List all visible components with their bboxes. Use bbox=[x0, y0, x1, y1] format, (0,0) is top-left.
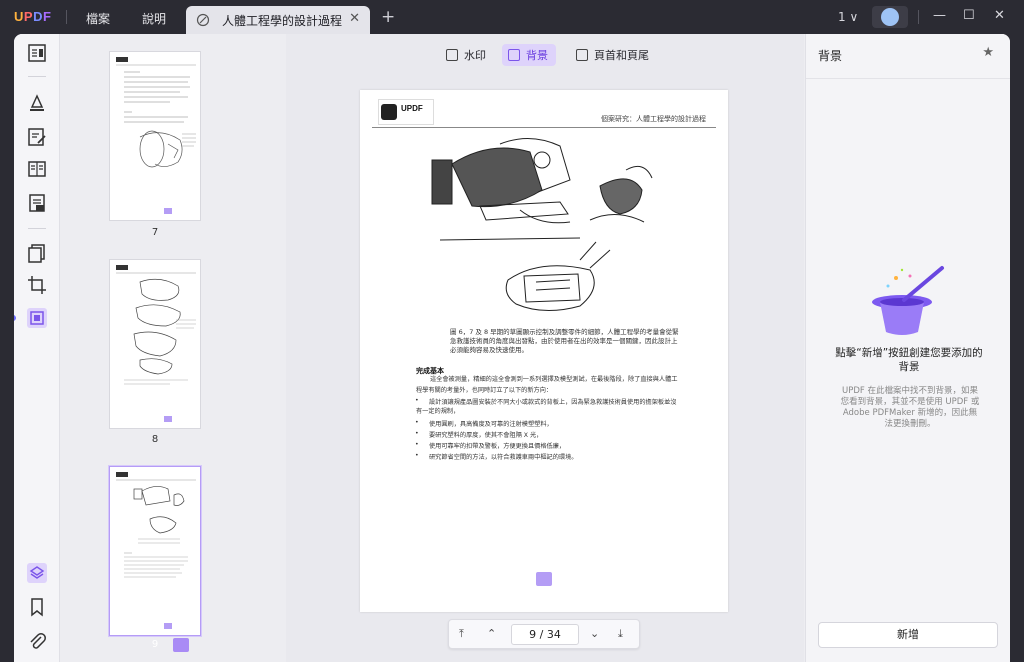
close-window-button[interactable]: ✕ bbox=[994, 8, 1005, 23]
minimize-button[interactable]: — bbox=[933, 8, 946, 23]
updf-window: UPDF 檔案 說明 人體工程學的設計過程 ✕ + 1 ∨ — ☐ ✕ 7 8 … bbox=[0, 0, 1024, 662]
header-footer-label: 頁首和頁尾 bbox=[594, 49, 649, 62]
user-avatar[interactable] bbox=[872, 6, 908, 28]
updf-logo: UPDF bbox=[14, 9, 52, 24]
next-page-icon[interactable]: ⌄ bbox=[590, 627, 599, 640]
body-paragraph: 這全會被測量，精細的這全會測到一系列選擇及模型測試，在最後階段，除了直接與人體工… bbox=[416, 376, 678, 394]
page-logo-text: UPDF bbox=[401, 104, 423, 113]
maximize-button[interactable]: ☐ bbox=[963, 8, 975, 23]
bullet-item: 要研究塑料的厚度，使其不會阻隔 X 光， bbox=[415, 430, 678, 439]
tool-rail bbox=[14, 34, 60, 662]
background-label: 背景 bbox=[526, 49, 548, 62]
close-tab-icon[interactable]: ✕ bbox=[349, 11, 360, 26]
thumbnail-label-7: 7 bbox=[151, 227, 159, 238]
page-updf-logo: UPDF bbox=[378, 99, 434, 125]
favorite-star-icon[interactable]: ★ bbox=[982, 45, 994, 60]
previous-page-icon[interactable]: ⌃ bbox=[487, 627, 496, 640]
updf-mark-icon bbox=[381, 104, 397, 120]
watermark-icon bbox=[446, 49, 458, 61]
bullet-item: 研究節省空間的方法，以符合救護車兩中樞記的環境。 bbox=[415, 452, 678, 461]
main-frame: 7 8 9 水印 背景 頁首和頁尾 UPDF 個案研究：人體工程學的設計過程 圖… bbox=[14, 34, 1010, 662]
bullet-item: 使用圓刷，具高備度及可靠的注射模塑塑料， bbox=[415, 419, 678, 428]
watermark-label: 水印 bbox=[464, 49, 486, 62]
document-tab[interactable]: 人體工程學的設計過程 ✕ bbox=[186, 6, 370, 34]
bullet-text: 研究節省空間的方法，以符合救護車兩中樞記的環境。 bbox=[429, 454, 578, 461]
thumbnail-preview bbox=[116, 57, 196, 214]
thumbnail-label-8: 8 bbox=[151, 434, 159, 445]
menu-file[interactable]: 檔案 bbox=[86, 10, 110, 27]
thumbnail-preview bbox=[116, 265, 196, 422]
bookmark-icon[interactable] bbox=[26, 596, 48, 618]
organize-pages-icon[interactable] bbox=[26, 242, 48, 264]
rail-divider bbox=[28, 228, 46, 229]
rail-divider bbox=[28, 76, 46, 77]
last-page-icon[interactable]: ⤓ bbox=[618, 627, 623, 641]
page-navigator: ⤒ ⌃ 9 / 34 ⌄ ⤓ bbox=[448, 619, 640, 649]
thumbnail-selected-badge bbox=[173, 638, 189, 652]
new-tab-button[interactable]: + bbox=[381, 7, 395, 27]
thumbnail-page-7[interactable] bbox=[109, 51, 201, 221]
title-bar: UPDF 檔案 說明 人體工程學的設計過程 ✕ + 1 ∨ — ☐ ✕ bbox=[0, 0, 1024, 34]
page-header-text: 個案研究：人體工程學的設計過程 bbox=[601, 115, 706, 123]
figure-caption: 圖 6，7 及 8 早期的草圖顯示控制及調整零件的細節，人體工程學的考量會從緊急… bbox=[450, 328, 679, 354]
total-pages: 34 bbox=[546, 628, 561, 641]
page-number-input[interactable]: 9 / 34 bbox=[511, 624, 579, 645]
thumbnail-label-9: 9 bbox=[151, 639, 159, 650]
watermark-tool[interactable]: 水印 bbox=[440, 44, 486, 66]
title-separator bbox=[66, 10, 67, 24]
document-tab-title: 人體工程學的設計過程 bbox=[222, 14, 343, 28]
background-panel: 背景 ★ 點擊“新增”按鈕創建您要添加的背景 UPDF 在此檔案中找不到背景，如… bbox=[805, 34, 1010, 662]
header-footer-tool[interactable]: 頁首和頁尾 bbox=[570, 44, 654, 66]
document-edit-icon bbox=[196, 13, 210, 27]
bullet-text: 使用可靠牢的扣帶及警板，方便更換且價格低廉， bbox=[429, 443, 566, 450]
page-layout-icon[interactable] bbox=[26, 158, 48, 180]
background-tool[interactable]: 背景 bbox=[502, 44, 556, 66]
page-header-rule bbox=[372, 127, 716, 128]
menu-help[interactable]: 說明 bbox=[142, 10, 166, 27]
reader-icon[interactable] bbox=[26, 42, 48, 64]
layers-icon[interactable] bbox=[26, 562, 48, 584]
ergonomic-sketch-illustration bbox=[431, 138, 653, 312]
add-background-button[interactable]: 新增 bbox=[818, 622, 998, 648]
panel-title: 背景 bbox=[818, 49, 843, 63]
empty-state-message: 點擊“新增”按鈕創建您要添加的背景 bbox=[835, 347, 983, 373]
attachment-icon[interactable] bbox=[26, 630, 48, 652]
pdf-page[interactable]: UPDF 個案研究：人體工程學的設計過程 圖 6，7 及 8 早期的草圖顯示控制… bbox=[360, 90, 728, 612]
tools-icon[interactable] bbox=[26, 307, 48, 329]
page-number-mark bbox=[536, 572, 552, 586]
thumbnail-preview bbox=[116, 472, 196, 629]
thumbnail-page-9[interactable] bbox=[109, 466, 201, 636]
current-page: 9 bbox=[529, 628, 537, 641]
panel-divider bbox=[806, 78, 1010, 79]
form-icon[interactable] bbox=[26, 192, 48, 214]
title-separator-2 bbox=[918, 10, 919, 24]
avatar-icon bbox=[881, 8, 899, 26]
comment-highlight-icon[interactable] bbox=[26, 92, 48, 114]
magic-hat-icon bbox=[872, 266, 944, 335]
background-icon bbox=[508, 49, 520, 61]
active-tool-indicator bbox=[14, 315, 16, 321]
bullet-text: 設計須讓規產品圖安裝於不同大小或款式的背板上，因為緊急救護技術員使用的擔架板並沒… bbox=[416, 399, 677, 415]
thumbnail-page-8[interactable] bbox=[109, 259, 201, 429]
header-footer-icon bbox=[576, 49, 588, 61]
first-page-icon[interactable]: ⤒ bbox=[459, 627, 464, 641]
empty-state-description: UPDF 在此檔案中找不到背景，如果您看到背景，其並不是使用 UPDF 或 Ad… bbox=[840, 386, 980, 429]
crop-icon[interactable] bbox=[26, 274, 48, 296]
bullet-text: 要研究塑料的厚度，使其不會阻隔 X 光， bbox=[429, 432, 543, 439]
thumbnail-panel: 7 8 9 bbox=[61, 34, 285, 662]
edit-pdf-icon[interactable] bbox=[26, 126, 48, 148]
bullet-item: 使用可靠牢的扣帶及警板，方便更換且價格低廉， bbox=[415, 441, 678, 450]
version-dropdown[interactable]: 1 ∨ bbox=[838, 10, 858, 24]
document-viewer: 水印 背景 頁首和頁尾 UPDF 個案研究：人體工程學的設計過程 圖 6，7 及… bbox=[286, 34, 804, 662]
bullet-text: 使用圓刷，具高備度及可靠的注射模塑塑料， bbox=[429, 421, 553, 428]
bullet-item: 設計須讓規產品圖安裝於不同大小或款式的背板上，因為緊急救護技術員使用的擔架板並沒… bbox=[415, 397, 678, 415]
page-separator: / bbox=[539, 628, 544, 641]
